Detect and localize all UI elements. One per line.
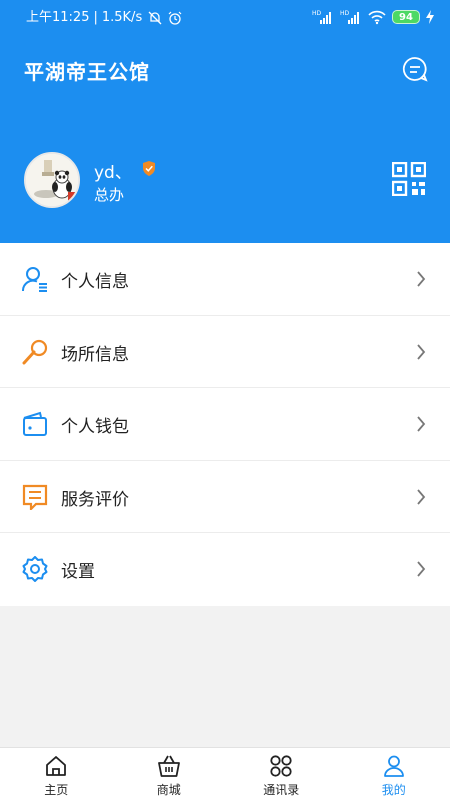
signal-hd-icon-2: HD: [340, 10, 359, 24]
charging-icon: [426, 10, 434, 24]
status-time: 上午11:25: [26, 10, 90, 25]
basket-icon: [157, 755, 180, 777]
chevron-right-icon: [417, 343, 426, 360]
tab-label: 商城: [156, 783, 181, 797]
profile-header: 上午11:25 | 1.5K/s HD HD 94 平湖帝王公馆 yd、 总办: [0, 0, 450, 243]
menu-item-venue-info[interactable]: 场所信息: [0, 316, 450, 388]
chevron-right-icon: [417, 271, 426, 287]
person-icon: [383, 755, 404, 777]
message-icon[interactable]: [402, 56, 428, 82]
tab-label: 我的: [381, 783, 406, 797]
menu-item-service-review[interactable]: 服务评价: [0, 461, 450, 533]
comment-icon: [22, 484, 48, 510]
svg-text:HD: HD: [340, 10, 350, 17]
menu-item-label: 场所信息: [61, 344, 129, 365]
tab-label: 主页: [44, 783, 69, 797]
user-name: yd、: [94, 163, 132, 183]
wallet-icon: [23, 411, 47, 436]
menu-item-personal-info[interactable]: 个人信息: [0, 243, 450, 316]
microphone-icon: [22, 339, 48, 364]
menu-item-wallet[interactable]: 个人钱包: [0, 388, 450, 461]
status-left: 上午11:25 | 1.5K/s: [26, 10, 182, 26]
status-right: HD HD 94: [312, 9, 434, 25]
user-department: 总办: [94, 186, 125, 204]
tab-mall[interactable]: 商城: [113, 748, 226, 800]
alarm-icon: [168, 11, 182, 25]
user-info-icon: [22, 267, 47, 292]
mute-bell-icon: [148, 11, 162, 25]
gear-icon: [22, 556, 48, 582]
chevron-right-icon: [417, 561, 426, 577]
menu-item-label: 服务评价: [61, 489, 129, 510]
verified-shield-icon: [143, 161, 155, 176]
wifi-icon: [368, 10, 386, 25]
profile-menu: 个人信息 场所信息 个人钱包 服务评价 设置: [0, 243, 450, 606]
signal-hd-icon: HD: [312, 10, 331, 24]
status-bar: 上午11:25 | 1.5K/s HD HD 94: [0, 0, 450, 36]
menu-item-label: 个人信息: [61, 272, 129, 292]
tab-contacts[interactable]: 通讯录: [225, 748, 338, 800]
home-icon: [46, 756, 67, 776]
battery-indicator: 94: [392, 10, 420, 24]
page-title: 平湖帝王公馆: [24, 60, 150, 84]
chevron-right-icon: [417, 488, 426, 505]
qr-code-icon[interactable]: [392, 162, 426, 196]
menu-item-settings[interactable]: 设置: [0, 533, 450, 606]
menu-item-label: 设置: [61, 562, 95, 582]
bottom-tab-bar: 主页 商城 通讯录 我的: [0, 747, 450, 800]
network-speed: 1.5K/s: [101, 10, 143, 25]
status-separator: |: [93, 10, 98, 25]
tab-label: 通讯录: [263, 783, 300, 797]
menu-item-label: 个人钱包: [61, 417, 129, 437]
tab-mine[interactable]: 我的: [338, 748, 450, 800]
avatar-image: [26, 154, 78, 206]
avatar[interactable]: [24, 152, 80, 208]
chevron-right-icon: [417, 416, 426, 432]
svg-text:HD: HD: [312, 10, 322, 17]
grid-icon: [270, 755, 292, 777]
tab-home[interactable]: 主页: [0, 748, 113, 800]
